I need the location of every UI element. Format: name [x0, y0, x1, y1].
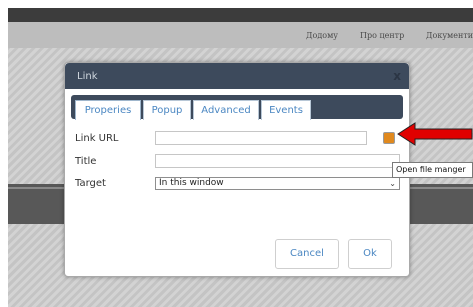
- background-top-bar: [8, 8, 473, 22]
- nav-item-documents[interactable]: Документи: [426, 31, 473, 40]
- dialog-header: Link x: [65, 63, 409, 89]
- target-select-value: In this window: [159, 178, 224, 188]
- nav-item-home[interactable]: Додому: [306, 31, 338, 40]
- folder-icon[interactable]: [383, 132, 395, 144]
- tab-properties[interactable]: Properies: [75, 100, 141, 120]
- nav-item-about[interactable]: Про центр: [360, 31, 404, 40]
- close-icon[interactable]: x: [393, 69, 401, 83]
- tab-advanced[interactable]: Advanced: [193, 100, 259, 120]
- title-label: Title: [75, 156, 97, 167]
- target-label: Target: [75, 178, 106, 189]
- cancel-button[interactable]: Cancel: [275, 239, 339, 269]
- title-input[interactable]: [155, 154, 400, 168]
- link-dialog: Link x Properies Popup Advanced Events L…: [64, 62, 410, 277]
- ok-button[interactable]: Ok: [348, 239, 392, 269]
- dialog-title: Link: [77, 71, 98, 82]
- tab-popup[interactable]: Popup: [143, 100, 191, 120]
- chevron-down-icon: ⌄: [389, 179, 396, 188]
- tab-events[interactable]: Events: [261, 100, 311, 120]
- tab-strip: Properies Popup Advanced Events: [71, 95, 403, 120]
- file-manager-tooltip: Open file manger: [392, 162, 473, 178]
- target-select[interactable]: In this window ⌄: [155, 177, 400, 190]
- link-url-input[interactable]: [155, 131, 367, 145]
- arrow-icon: [397, 122, 473, 146]
- link-url-label: Link URL: [75, 133, 119, 144]
